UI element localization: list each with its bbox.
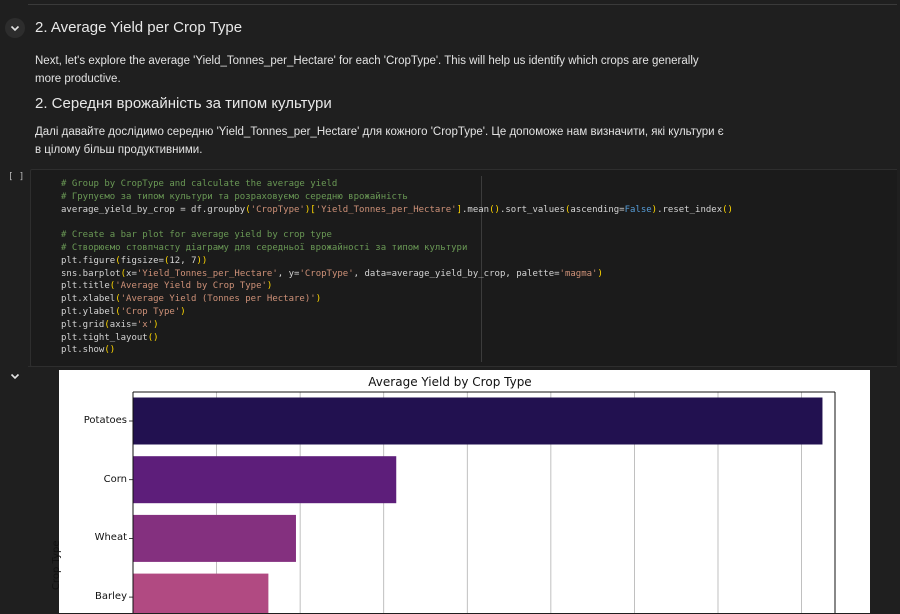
bar bbox=[133, 397, 823, 445]
bar bbox=[133, 456, 397, 504]
y-tick-label: Wheat bbox=[94, 532, 127, 544]
bar bbox=[133, 573, 269, 613]
bar bbox=[133, 514, 296, 562]
bar-chart bbox=[129, 391, 836, 613]
y-tick-label: Potatoes bbox=[83, 415, 127, 426]
y-tick-label: Corn bbox=[103, 473, 127, 485]
y-axis-label: Crop Type bbox=[51, 540, 62, 591]
y-tick-label: Barley bbox=[95, 591, 127, 603]
